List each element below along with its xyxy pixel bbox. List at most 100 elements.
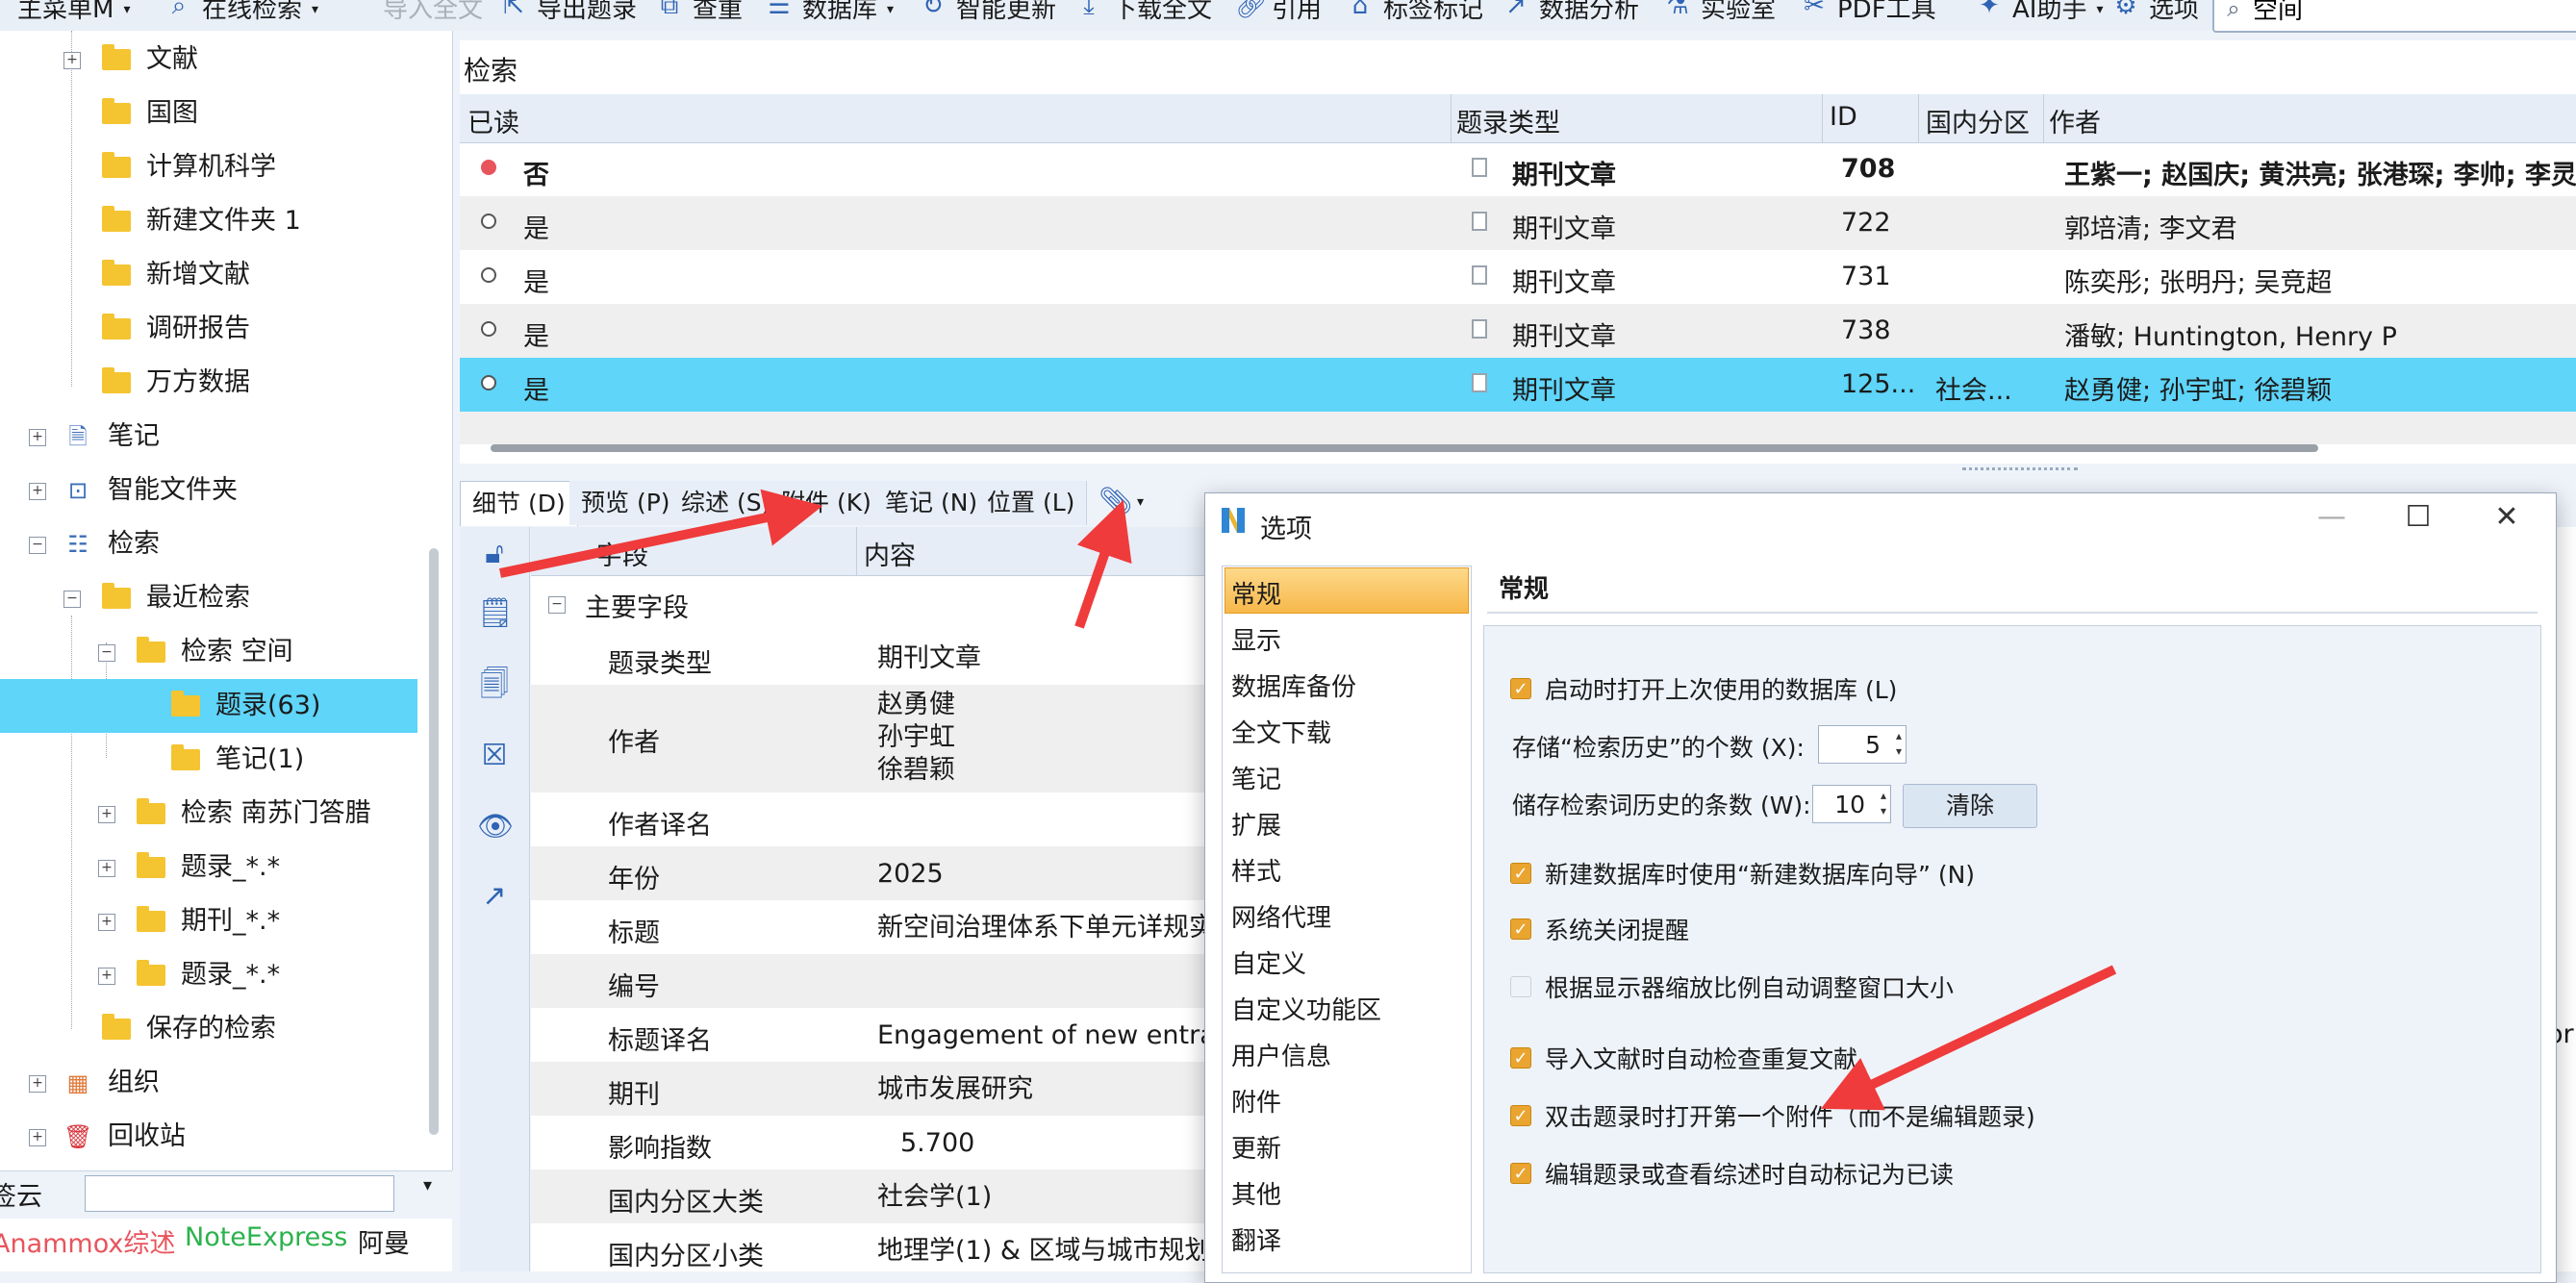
options-nav-general[interactable]: 常规: [1231, 575, 1281, 611]
detail-row[interactable]: 期刊 城市发展研究: [531, 1062, 1224, 1116]
tab-preview[interactable]: 预览 (P): [569, 481, 683, 525]
tag-cloud-input[interactable]: [85, 1175, 394, 1212]
options-nav-attachments[interactable]: 附件: [1231, 1083, 1281, 1119]
tree-item-new-literature[interactable]: 新增文献: [0, 248, 433, 302]
expand-toggle[interactable]: +: [98, 860, 115, 877]
option-mark-read[interactable]: ✓ 编辑题录或查看综述时自动标记为已读: [1510, 1156, 1954, 1191]
tag-item[interactable]: 阿曼: [358, 1222, 410, 1260]
options-button[interactable]: ⚙ 选项: [2112, 0, 2199, 31]
expand-toggle[interactable]: +: [63, 52, 81, 69]
detail-row[interactable]: 作者译名: [531, 792, 1224, 846]
detail-row[interactable]: 作者 赵勇健 孙宇虹 徐碧颖: [531, 685, 1224, 792]
list-horizontal-scrollbar[interactable]: [491, 444, 2318, 452]
option-check-duplicates[interactable]: ✓ 导入文献时自动检查重复文献: [1510, 1041, 1857, 1075]
collapse-toggle[interactable]: −: [98, 644, 115, 662]
tree-item-research-report[interactable]: 调研报告: [0, 302, 433, 356]
options-nav-fulltext-download[interactable]: 全文下载: [1231, 714, 1331, 749]
checkbox-checked-icon[interactable]: ✓: [1510, 678, 1531, 699]
tree-item-notes-1[interactable]: 笔记(1): [0, 733, 433, 787]
dropdown-arrow-icon[interactable]: ▾: [1137, 494, 1144, 510]
table-row[interactable]: 是 期刊文章 731 陈奕彤; 张明丹; 吴竞超: [460, 250, 2576, 304]
history-count-spinner[interactable]: 5: [1818, 725, 1907, 764]
expand-toggle[interactable]: +: [29, 1075, 46, 1093]
options-nav-display[interactable]: 显示: [1231, 621, 1281, 657]
tree-item-records-wildcard[interactable]: + 题录_*.*: [0, 841, 433, 894]
table-row[interactable]: 否 期刊文章 708 王紫一; 赵国庆; 黄洪亮; 张港琛; 李帅; 李灵智: [460, 142, 2576, 196]
tree-item-records-63[interactable]: 题录(63): [0, 679, 417, 733]
tree-item-organize[interactable]: + ▦ 组织: [0, 1056, 433, 1110]
checkbox-unchecked-icon[interactable]: ✓: [1510, 976, 1531, 997]
options-nav-custom[interactable]: 自定义: [1231, 944, 1306, 980]
tree-item-search-space[interactable]: − 检索 空间: [0, 625, 433, 679]
tree-item-notes[interactable]: + 🗎︎ 笔记: [0, 410, 433, 464]
tab-notes[interactable]: 笔记 (N): [873, 481, 991, 525]
clear-button[interactable]: 清除: [1903, 784, 2037, 828]
table-row-partial[interactable]: [460, 412, 2576, 444]
tree-item-new-folder-1[interactable]: 新建文件夹 1: [0, 194, 433, 248]
column-header-field[interactable]: 字段: [596, 535, 648, 572]
options-nav-other[interactable]: 其他: [1231, 1175, 1281, 1211]
column-header-zone[interactable]: 国内分区: [1926, 102, 2030, 139]
column-separator[interactable]: [2043, 94, 2044, 142]
options-nav-notes[interactable]: 笔记: [1231, 760, 1281, 795]
tab-details[interactable]: 细节 (D): [460, 481, 578, 526]
splitter-handle[interactable]: [1962, 467, 2078, 474]
quick-search-box[interactable]: ⌕: [2212, 0, 2576, 33]
detail-row[interactable]: 年份 2025: [531, 846, 1224, 900]
column-separator[interactable]: [856, 527, 857, 575]
column-header-type[interactable]: 题录类型: [1456, 102, 1560, 139]
tag-item[interactable]: Anammox综述: [0, 1222, 175, 1260]
eye-icon[interactable]: 👁︎: [477, 810, 514, 844]
tree-item-wanfang[interactable]: 万方数据: [0, 356, 433, 410]
tab-location[interactable]: 位置 (L): [975, 481, 1088, 525]
trend-icon[interactable]: ↗: [477, 879, 512, 914]
lab-button[interactable]: ⚗ 实验室: [1664, 0, 1776, 31]
expand-toggle[interactable]: +: [29, 429, 46, 446]
option-close-prompt[interactable]: ✓ 系统关闭提醒: [1510, 912, 1689, 946]
excel-icon[interactable]: ☒: [477, 739, 512, 773]
tree-item-literature[interactable]: + 文献: [0, 33, 433, 87]
document-view-icon[interactable]: 🗐︎: [477, 667, 512, 702]
tree-item-smart-folder[interactable]: + ⊡ 智能文件夹: [0, 464, 433, 517]
dedupe-button[interactable]: ⧉ 查重: [656, 0, 743, 31]
expand-toggle[interactable]: +: [98, 968, 115, 985]
column-header-author[interactable]: 作者: [2049, 102, 2101, 139]
detail-row[interactable]: 影响指数 5.700: [531, 1116, 1224, 1170]
option-dblclick-attachment[interactable]: ✓ 双击题录时打开第一个附件（而不是编辑题录): [1510, 1098, 2035, 1133]
options-nav-db-backup[interactable]: 数据库备份: [1231, 667, 1356, 703]
download-fulltext-button[interactable]: ⤓ 下载全文: [1075, 0, 1212, 31]
dropdown-arrow-icon[interactable]: ▾: [423, 1175, 432, 1195]
tree-item-nlc[interactable]: 国图: [0, 87, 433, 140]
quick-search-input[interactable]: [2253, 0, 2561, 21]
tree-item-recycle-bin[interactable]: + 🗑︎ 回收站: [0, 1110, 433, 1164]
table-row-selected[interactable]: 是 期刊文章 125... 社会... 赵勇健; 孙宇虹; 徐碧颖: [460, 358, 2576, 412]
tab-attachments[interactable]: 附件 (K): [770, 481, 884, 525]
edit-record-icon[interactable]: 🗒︎: [477, 596, 514, 631]
expand-toggle[interactable]: +: [98, 806, 115, 823]
expand-toggle[interactable]: +: [98, 914, 115, 931]
data-analysis-button[interactable]: ↗ 数据分析: [1503, 0, 1639, 31]
options-nav-user-info[interactable]: 用户信息: [1231, 1037, 1331, 1072]
table-row[interactable]: 是 期刊文章 722 郭培清; 李文君: [460, 196, 2576, 250]
tree-item-search-south-sumatra[interactable]: + 检索 南苏门答腊: [0, 787, 433, 841]
tag-mark-button[interactable]: ⌂ 标签标记: [1347, 0, 1483, 31]
term-history-spinner[interactable]: 10: [1812, 785, 1891, 823]
options-nav-translate[interactable]: 翻译: [1231, 1221, 1281, 1257]
column-header-id[interactable]: ID: [1830, 102, 1857, 132]
column-header-content[interactable]: 内容: [864, 535, 916, 572]
option-open-last-db[interactable]: ✓ 启动时打开上次使用的数据库 (L): [1510, 671, 1897, 706]
pdf-tools-button[interactable]: ✂ PDF工具: [1801, 0, 1936, 31]
options-nav-update[interactable]: 更新: [1231, 1129, 1281, 1165]
tree-item-search[interactable]: − ☷ 检索: [0, 517, 433, 571]
checkbox-checked-icon[interactable]: ✓: [1510, 863, 1531, 884]
detail-row[interactable]: 国内分区大类 社会学(1): [531, 1170, 1224, 1223]
detail-row[interactable]: 标题 新空间治理体系下单元详规实: [531, 900, 1224, 954]
main-menu-button[interactable]: 主菜单M ▾: [17, 0, 130, 31]
tag-item[interactable]: NoteExpress: [185, 1222, 347, 1252]
options-nav-extensions[interactable]: 扩展: [1231, 806, 1281, 842]
table-row[interactable]: 是 期刊文章 738 潘敏; Huntington, Henry P: [460, 304, 2576, 358]
collapse-toggle[interactable]: −: [29, 537, 46, 554]
options-nav-proxy[interactable]: 网络代理: [1231, 898, 1331, 934]
collapse-toggle[interactable]: −: [548, 596, 566, 614]
checkbox-checked-icon[interactable]: ✓: [1510, 1047, 1531, 1069]
